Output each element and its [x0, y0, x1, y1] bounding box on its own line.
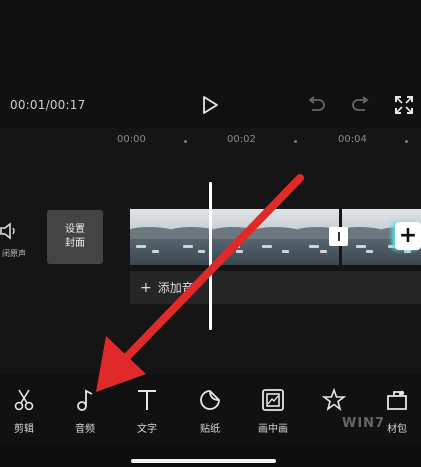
time-tick-dot [294, 140, 297, 143]
undo-icon[interactable] [305, 95, 327, 115]
picture-in-picture-icon [262, 389, 284, 411]
time-tick-dot [405, 140, 408, 143]
timeline[interactable]: 00:00 00:02 00:04 闭原声 设置封面 + + 添加音 [0, 128, 421, 374]
scissors-icon [14, 389, 34, 411]
video-clip-track[interactable] [130, 209, 421, 265]
tool-label: 文字 [137, 424, 157, 435]
music-note-icon [77, 389, 93, 411]
bottom-toolbar: 剪辑 音频 文字 贴纸 画中画 材包 [0, 374, 421, 447]
tool-sticker[interactable]: 贴纸 [186, 388, 234, 436]
set-cover-button[interactable]: 设置封面 [47, 210, 103, 264]
playback-time: 00:01/00:17 [10, 98, 86, 112]
tool-label: 画中画 [258, 424, 288, 435]
tool-label: 音频 [75, 424, 95, 435]
plus-icon: + [140, 279, 152, 296]
speaker-icon [0, 222, 15, 240]
video-frame-thumbnail [130, 209, 172, 265]
mute-original-audio-button[interactable]: 闭原声 [0, 218, 34, 262]
home-indicator-area [0, 447, 421, 467]
watermark: WIN7 [342, 416, 386, 431]
text-icon [138, 390, 156, 410]
effects-icon [322, 388, 346, 412]
tool-label: 剪辑 [14, 424, 34, 435]
tool-text[interactable]: 文字 [123, 388, 171, 436]
redo-icon[interactable] [350, 95, 372, 115]
add-clip-button[interactable]: + [395, 222, 421, 250]
fullscreen-icon[interactable] [394, 95, 414, 115]
time-tick-label: 00:00 [117, 134, 146, 145]
time-tick-dot [184, 140, 187, 143]
tool-edit[interactable]: 剪辑 [0, 388, 48, 436]
time-tick-label: 00:04 [338, 134, 367, 145]
play-icon[interactable] [199, 94, 221, 116]
add-audio-button[interactable]: + 添加音 [130, 271, 421, 304]
home-indicator[interactable] [131, 459, 276, 463]
mute-original-audio-label: 闭原声 [2, 249, 26, 258]
playhead[interactable] [209, 182, 212, 330]
tool-picture-in-picture[interactable]: 画中画 [249, 388, 297, 436]
video-frame-thumbnail [214, 209, 256, 265]
sticker-icon [200, 390, 220, 410]
transition-icon [337, 232, 340, 241]
video-frame-thumbnail [256, 209, 298, 265]
tool-audio[interactable]: 音频 [61, 388, 109, 436]
set-cover-label: 设置封面 [65, 224, 85, 249]
tool-label: 贴纸 [200, 424, 220, 435]
video-frame-thumbnail [172, 209, 214, 265]
material-pack-icon [387, 390, 407, 410]
add-audio-label: 添加音 [157, 281, 194, 295]
time-tick-label: 00:02 [227, 134, 256, 145]
transition-button[interactable] [329, 227, 348, 246]
preview-area: 00:01/00:17 [0, 0, 421, 128]
